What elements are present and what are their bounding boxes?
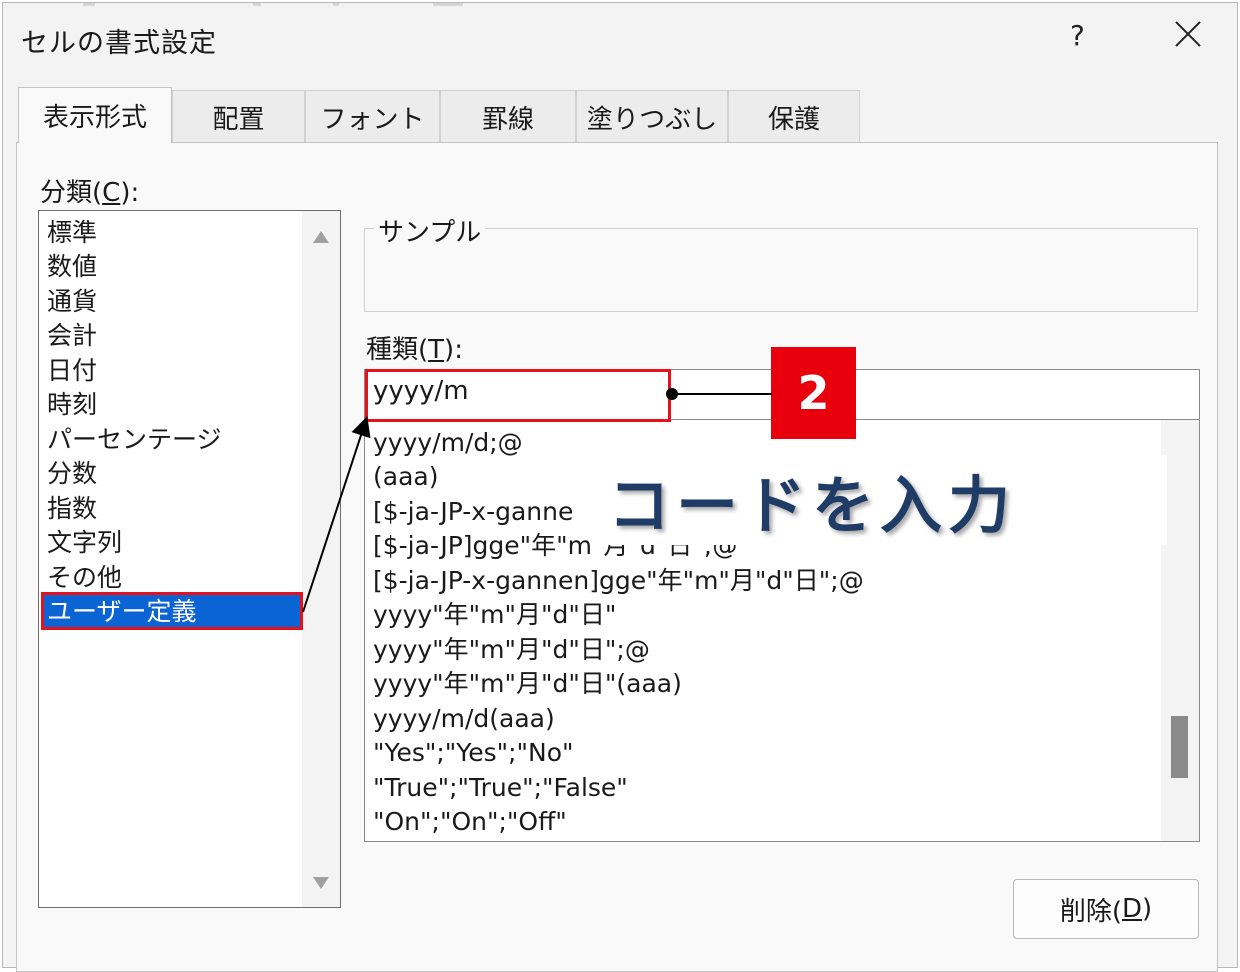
category-list[interactable]: 標準 数値 通貨 会計 日付 時刻 パーセンテージ 分数 指数 文字列 その他 … [38,210,341,908]
list-item[interactable]: 分数 [43,457,301,491]
list-item[interactable]: 日付 [43,354,301,388]
list-item[interactable]: 指数 [43,492,301,526]
list-item[interactable]: 標準 [43,216,301,250]
list-item[interactable]: [$-ja-JP-x-ganne [373,495,573,529]
tab-border[interactable]: 罫線 [440,90,576,143]
step-badge: 2 [771,347,856,439]
list-item[interactable]: 時刻 [43,388,301,422]
tab-fill[interactable]: 塗りつぶし [576,90,728,143]
input-highlight-box [365,369,671,422]
help-button[interactable]: ? [1070,19,1085,52]
list-item[interactable]: yyyy/m/d;@ [373,426,523,460]
tab-alignment[interactable]: 配置 [172,90,305,143]
tab-label: 保護 [767,104,820,135]
callout-text: コードを入力 [608,469,1017,542]
list-item[interactable]: 会計 [43,319,301,353]
list-item[interactable]: "On";"On";"Off" [373,805,567,839]
user-defined-highlight-box [41,592,303,630]
list-item[interactable]: その他 [43,561,301,595]
list-item[interactable]: パーセンテージ [43,423,301,457]
tab-label: フォント [320,104,425,135]
sample-group [364,228,1198,312]
list-item[interactable]: yyyy"年"m"月"d"日" [373,598,616,632]
tab-font[interactable]: フォント [305,90,440,143]
close-icon[interactable] [1171,17,1205,51]
background-window-strip [3,3,1237,11]
list-item[interactable]: (aaa) [373,460,438,494]
list-item[interactable]: 文字列 [43,526,301,560]
tab-number-format[interactable]: 表示形式 [18,87,172,143]
tab-protection[interactable]: 保護 [728,90,860,143]
scroll-up-icon[interactable] [313,231,329,243]
tab-label: 塗りつぶし [586,104,718,135]
type-label: 種類(T): [366,335,463,365]
list-item[interactable]: yyyy/m/d(aaa) [373,702,555,736]
category-scrollbar[interactable] [302,211,340,907]
delete-button[interactable]: 削除(D) [1013,879,1199,939]
list-item[interactable]: 通貨 [43,285,301,319]
list-item[interactable]: "True";"True";"False" [373,771,628,805]
dialog-title: セルの書式設定 [21,28,217,59]
sample-label: サンプル [374,212,486,249]
tab-label: 罫線 [481,104,534,135]
list-item[interactable]: yyyy"年"m"月"d"日"(aaa) [373,667,682,701]
list-item[interactable]: [$-ja-JP-x-gannen]gge"年"m"月"d"日";@ [373,564,864,598]
list-item[interactable]: "Yes";"Yes";"No" [373,736,574,770]
list-item[interactable]: 数値 [43,250,301,284]
list-item[interactable]: yyyy"年"m"月"d"日";@ [373,633,650,667]
tab-label: 表示形式 [42,103,147,133]
scroll-down-icon[interactable] [313,877,329,889]
tab-label: 配置 [212,104,265,135]
category-label: 分類(C): [40,178,140,208]
scroll-thumb[interactable] [1171,716,1188,778]
